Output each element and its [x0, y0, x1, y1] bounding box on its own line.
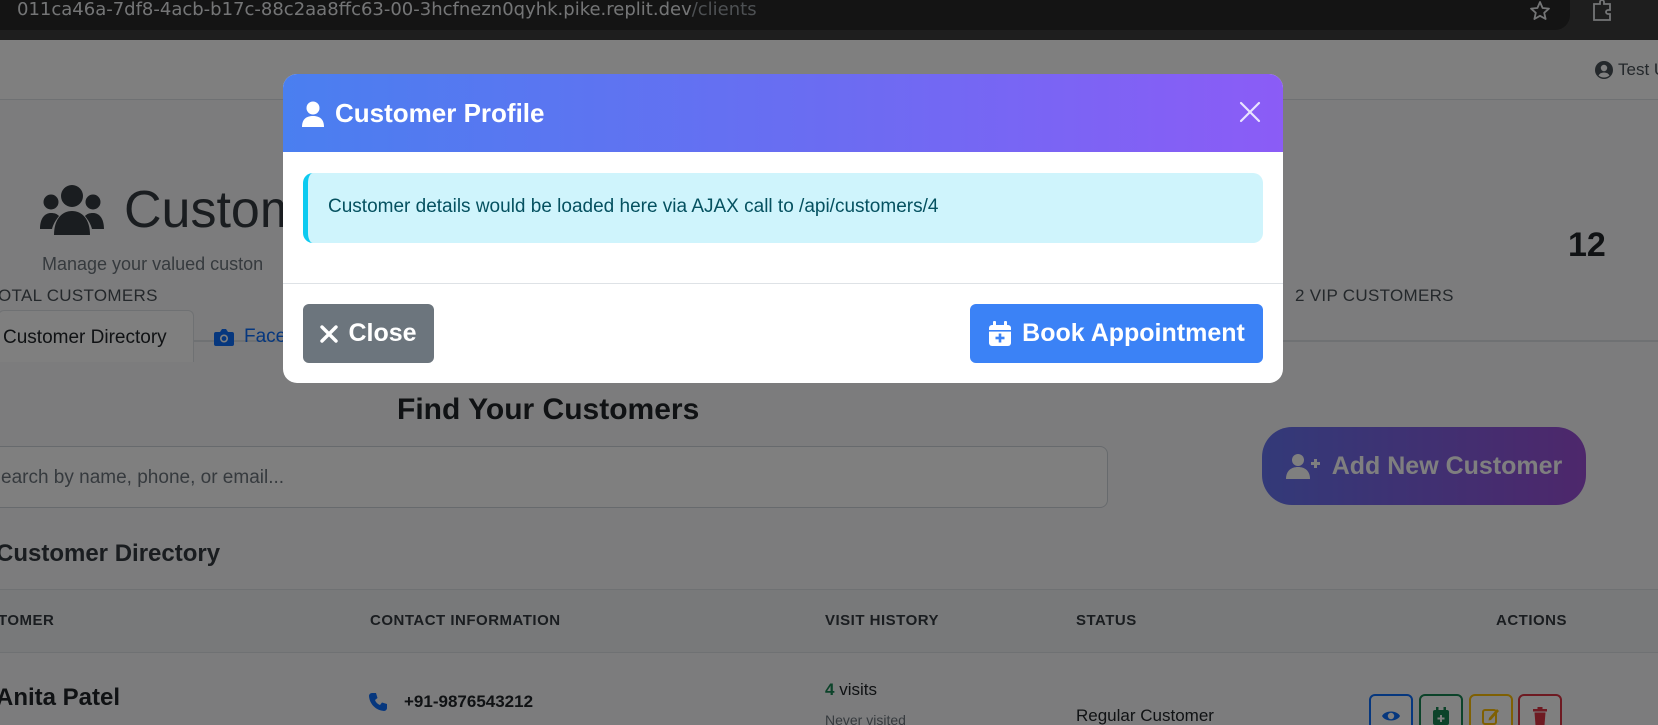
customer-profile-modal: Customer Profile Customer details would … — [283, 74, 1283, 383]
close-button[interactable]: Close — [303, 304, 434, 363]
calendar-plus-icon — [989, 320, 1012, 346]
modal-title-text: Customer Profile — [335, 98, 545, 128]
modal-title: Customer Profile — [301, 98, 545, 129]
info-alert: Customer details would be loaded here vi… — [303, 173, 1263, 243]
modal-header: Customer Profile — [283, 74, 1283, 152]
book-appointment-label: Book Appointment — [1022, 319, 1245, 347]
x-icon — [320, 324, 339, 343]
close-button-label: Close — [348, 319, 417, 347]
modal-footer-divider — [283, 283, 1283, 284]
book-appointment-button[interactable]: Book Appointment — [970, 304, 1263, 363]
close-icon[interactable] — [1238, 100, 1262, 124]
user-icon — [302, 101, 324, 127]
